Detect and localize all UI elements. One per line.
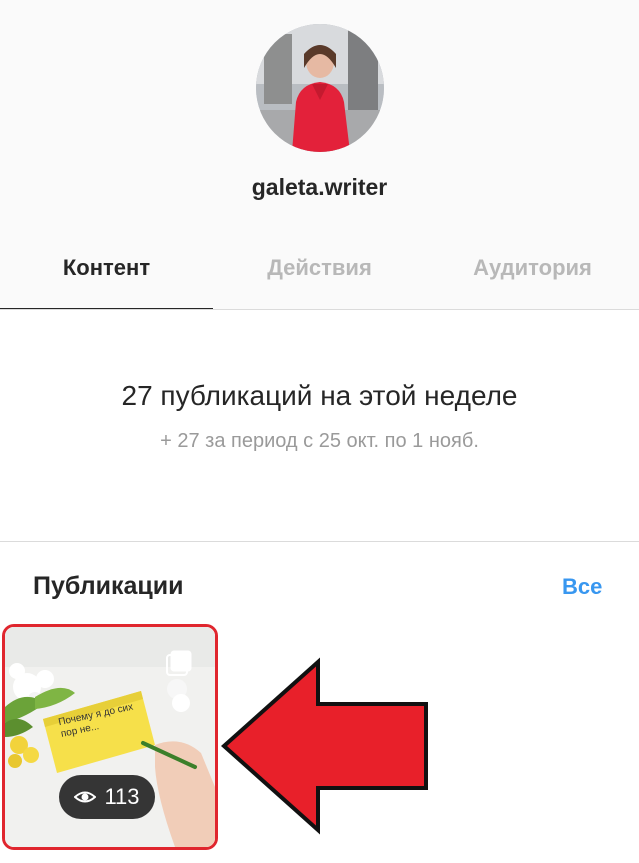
tab-audience[interactable]: Аудитория — [426, 228, 639, 308]
avatar-photo — [256, 24, 384, 152]
views-badge: 113 — [59, 775, 155, 819]
annotation-arrow — [220, 657, 428, 835]
avatar[interactable] — [256, 24, 384, 152]
tab-content[interactable]: Контент — [0, 228, 213, 308]
tab-bar: Контент Действия Аудитория — [0, 228, 639, 310]
publications-heading: Публикации — [33, 572, 184, 600]
see-all-link[interactable]: Все — [562, 574, 602, 600]
views-count: 113 — [104, 784, 140, 809]
profile-username: galeta.writer — [251, 174, 388, 200]
profile-header: galeta.writer Контент Действия Аудитория — [0, 0, 639, 310]
eye-icon — [74, 791, 97, 803]
weekly-summary: 27 публикаций на этой неделе + 27 за пер… — [0, 310, 639, 540]
carousel-icon — [166, 650, 192, 676]
summary-subtitle: + 27 за период с 25 окт. по 1 нояб. — [160, 430, 479, 452]
section-divider — [0, 541, 639, 542]
post-thumbnail[interactable]: Почему я до сих пор не... 113 — [2, 624, 218, 850]
summary-title: 27 публикаций на этой неделе — [121, 380, 518, 411]
tab-actions[interactable]: Действия — [213, 228, 426, 308]
